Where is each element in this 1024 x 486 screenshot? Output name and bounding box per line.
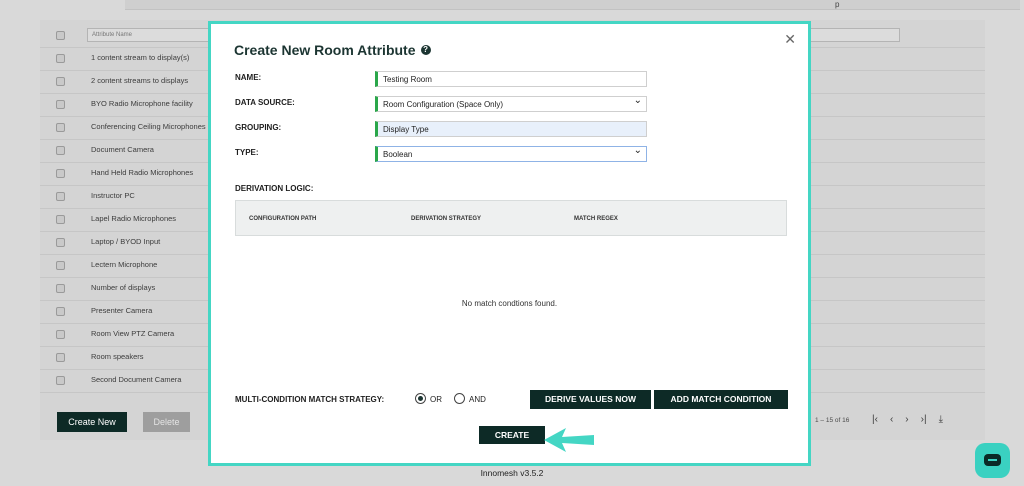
row-checkbox[interactable] [56, 123, 65, 132]
data-source-value: Room Configuration (Space Only) [383, 100, 504, 109]
name-label: NAME: [235, 73, 262, 82]
create-button[interactable]: CREATE [479, 426, 545, 444]
create-new-button[interactable]: Create New [57, 412, 127, 432]
grouping-field[interactable]: Display Type [375, 121, 647, 137]
row-label: 2 content streams to displays [91, 76, 189, 85]
row-checkbox[interactable] [56, 238, 65, 247]
row-checkbox[interactable] [56, 353, 65, 362]
radio-and[interactable] [454, 393, 465, 404]
pager-range: 1 – 15 of 16 [815, 417, 850, 424]
row-label: Hand Held Radio Microphones [91, 168, 194, 177]
delete-button[interactable]: Delete [143, 412, 190, 432]
derivation-logic-label: DERIVATION LOGIC: [235, 184, 314, 193]
column-configuration-path: CONFIGURATION PATH [249, 216, 317, 222]
data-source-select[interactable]: Room Configuration (Space Only) [375, 95, 647, 112]
column-match-regex: MATCH REGEX [574, 216, 618, 222]
data-source-label: DATA SOURCE: [235, 98, 295, 107]
add-match-condition-button[interactable]: ADD MATCH CONDITION [654, 390, 788, 409]
dialog-title: Create New Room Attribute ? [234, 42, 431, 58]
column-derivation-strategy: DERIVATION STRATEGY [411, 216, 482, 222]
row-label: Lapel Radio Microphones [91, 214, 177, 223]
type-select[interactable]: Boolean [375, 145, 647, 162]
row-label: Room speakers [91, 352, 144, 361]
download-icon[interactable]: ⤓ [939, 414, 943, 425]
next-page-icon[interactable]: › [905, 414, 908, 425]
row-checkbox[interactable] [56, 100, 65, 109]
chat-button[interactable] [975, 443, 1010, 478]
prev-page-icon[interactable]: ‹ [890, 414, 893, 425]
radio-or-label: OR [430, 395, 442, 404]
row-label: Lectern Microphone [91, 260, 158, 269]
create-room-attribute-dialog: Create New Room Attribute ? ✕ NAME: Test… [213, 26, 806, 461]
dialog-title-text: Create New Room Attribute [234, 42, 416, 58]
row-checkbox[interactable] [56, 330, 65, 339]
row-label: Laptop / BYOD Input [91, 237, 161, 246]
help-icon[interactable]: ? [420, 45, 431, 55]
row-checkbox[interactable] [56, 169, 65, 178]
row-checkbox[interactable] [56, 77, 65, 86]
type-label: TYPE: [235, 148, 259, 157]
row-label: 1 content stream to display(s) [91, 53, 190, 62]
pager-controls: |‹ ‹ › ›| ⤓ [872, 414, 943, 425]
close-icon[interactable]: ✕ [784, 31, 796, 48]
top-bar [125, 0, 1020, 10]
chat-icon [984, 454, 1001, 466]
corner-text: p [835, 0, 840, 9]
match-strategy-label: MULTI-CONDITION MATCH STRATEGY: [235, 395, 385, 404]
row-checkbox[interactable] [56, 215, 65, 224]
row-checkbox[interactable] [56, 307, 65, 316]
row-label: Presenter Camera [91, 306, 153, 315]
row-label: Instructor PC [91, 191, 135, 200]
version-footer: Innomesh v3.5.2 [480, 468, 544, 478]
empty-state-text: No match condtions found. [461, 299, 558, 308]
name-field[interactable]: Testing Room [375, 71, 647, 87]
row-checkbox[interactable] [56, 261, 65, 270]
row-label: BYO Radio Microphone facility [91, 99, 193, 108]
row-checkbox[interactable] [56, 54, 65, 63]
row-label: Room View PTZ Camera [91, 329, 175, 338]
pointer-arrow-icon [544, 428, 594, 452]
row-label: Conferencing Ceiling Microphones [91, 122, 206, 131]
row-checkbox[interactable] [56, 146, 65, 155]
row-label: Document Camera [91, 145, 154, 154]
radio-or[interactable] [415, 393, 426, 404]
derive-values-button[interactable]: DERIVE VALUES NOW [530, 390, 651, 409]
derivation-table-header: CONFIGURATION PATH DERIVATION STRATEGY M… [235, 200, 787, 236]
row-checkbox[interactable] [56, 284, 65, 293]
type-value: Boolean [383, 150, 413, 159]
select-all-checkbox[interactable] [56, 31, 65, 40]
row-label: Second Document Camera [91, 375, 182, 384]
row-label: Number of displays [91, 283, 156, 292]
row-checkbox[interactable] [56, 192, 65, 201]
grouping-label: GROUPING: [235, 123, 282, 132]
last-page-icon[interactable]: ›| [921, 414, 927, 425]
modal-highlight-frame: Create New Room Attribute ? ✕ NAME: Test… [208, 21, 811, 466]
row-checkbox[interactable] [56, 376, 65, 385]
radio-and-label: AND [469, 395, 486, 404]
first-page-icon[interactable]: |‹ [872, 414, 878, 425]
